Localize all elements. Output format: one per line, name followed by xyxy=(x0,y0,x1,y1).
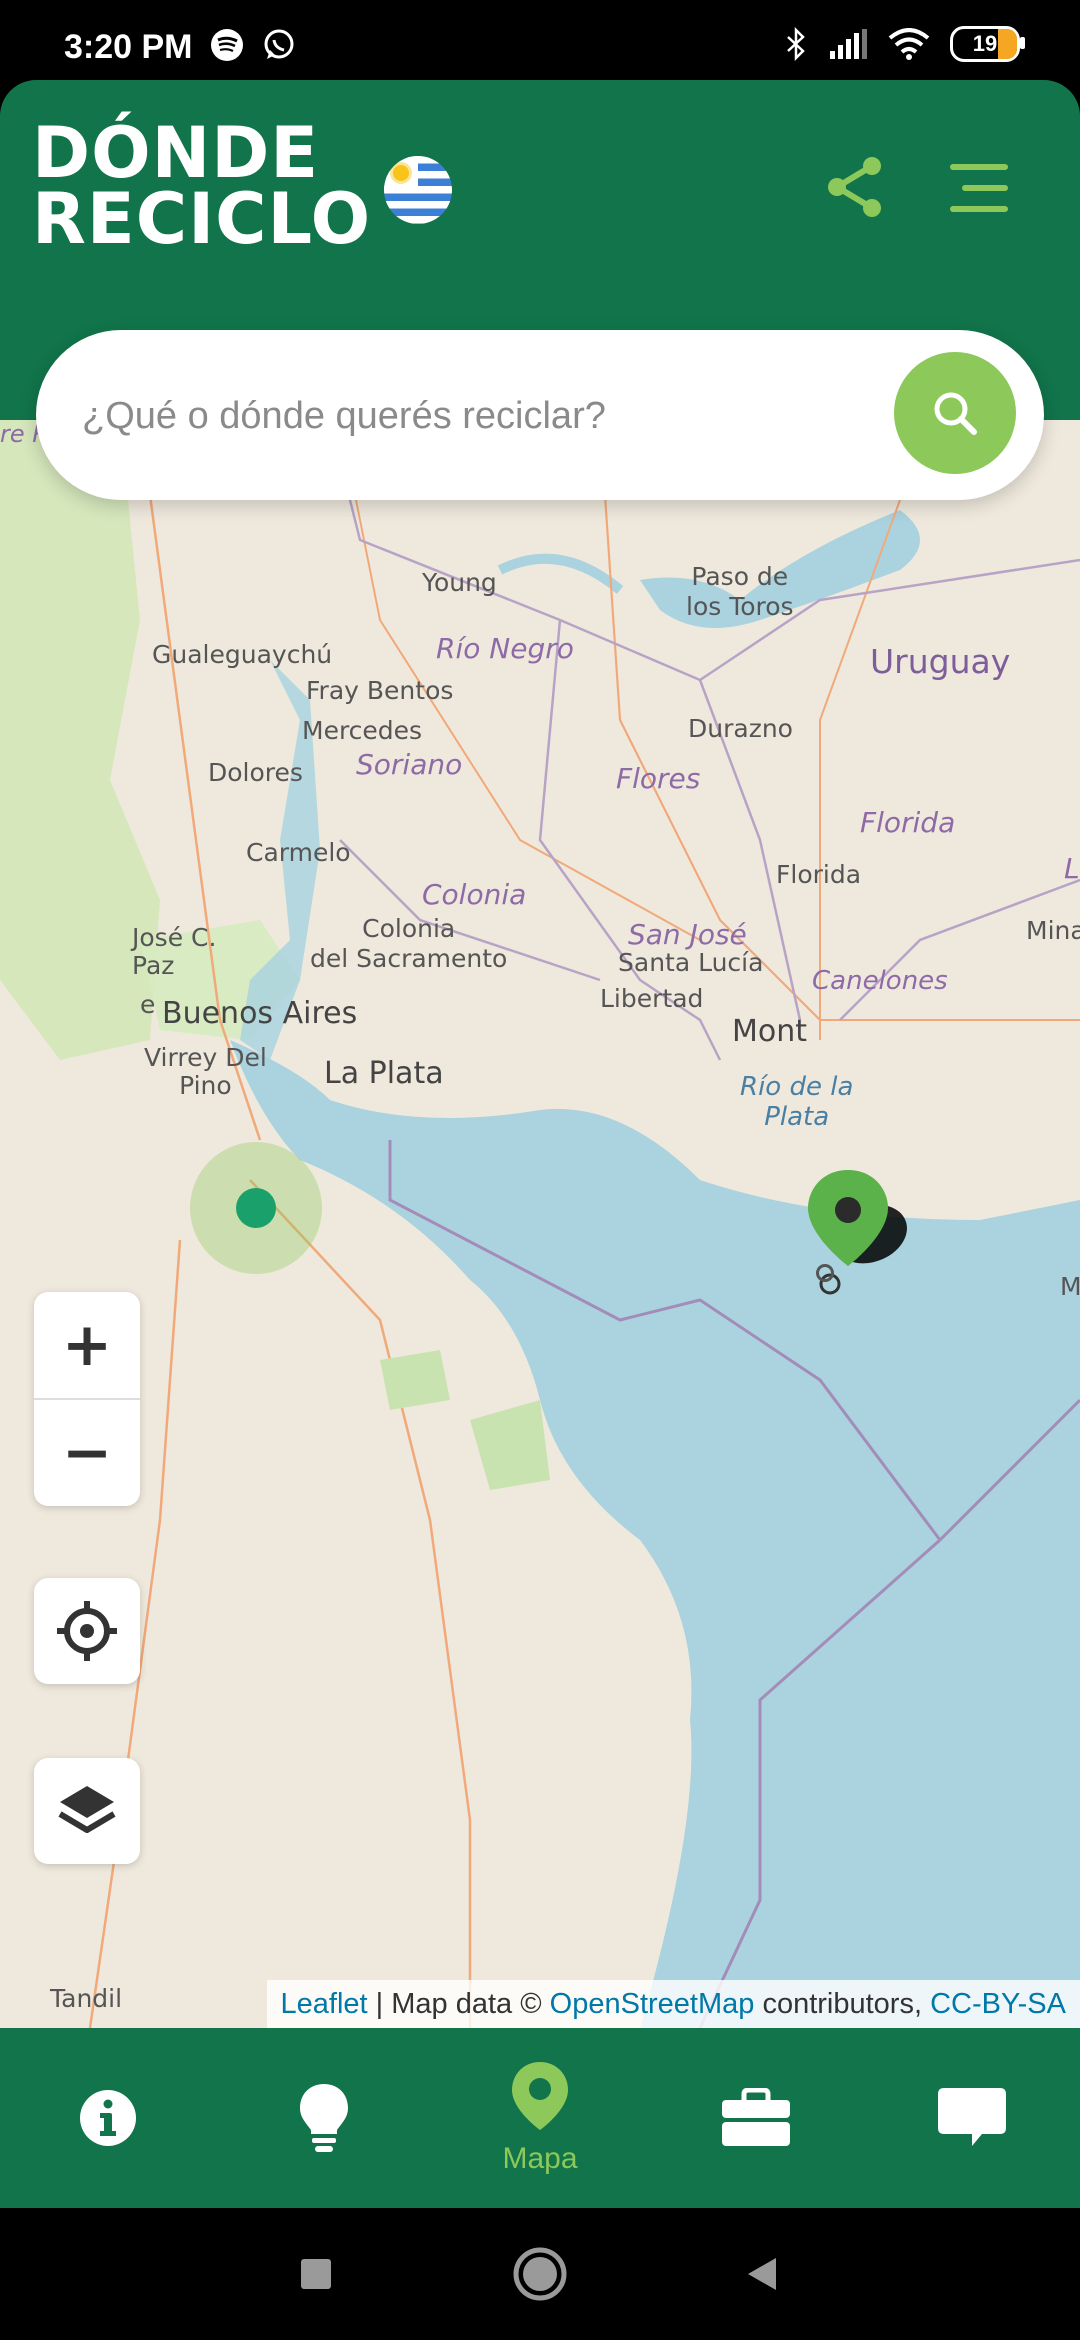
nav-item-tips[interactable] xyxy=(216,2028,432,2208)
map-label-fray-bentos: Fray Bentos xyxy=(306,676,454,705)
nav-item-info[interactable] xyxy=(0,2028,216,2208)
status-app-icons xyxy=(210,28,296,62)
signal-icon xyxy=(830,29,867,59)
attribution-text: | Map data © xyxy=(367,1987,550,2020)
map-label-uruguay: Uruguay xyxy=(870,642,1011,681)
map-label-rio-de-la-plata: Río de la Plata xyxy=(740,1072,854,1132)
brand-line1: DÓNDE xyxy=(32,112,320,194)
locate-button[interactable] xyxy=(34,1578,140,1684)
back-button[interactable] xyxy=(730,2242,794,2306)
brand-logo[interactable]: DÓNDE RECICLO xyxy=(32,112,372,260)
map-label-santa-lucia: Santa Lucía xyxy=(618,948,764,977)
wifi-icon xyxy=(888,28,930,60)
license-link[interactable]: CC-BY-SA xyxy=(930,1988,1066,2021)
zoom-in-button[interactable]: + xyxy=(34,1292,140,1398)
map-label-mina: Mina xyxy=(1026,916,1080,945)
battery-level: 19 xyxy=(972,31,998,56)
bottom-nav: Mapa xyxy=(0,2028,1080,2208)
status-right: 19 xyxy=(784,26,1025,62)
recent-apps-button[interactable] xyxy=(284,2242,348,2306)
home-button[interactable] xyxy=(508,2242,572,2306)
map-label-edge-m: M xyxy=(1060,1272,1080,1301)
montevideo-dot xyxy=(816,1264,834,1282)
map-label-canelones: Canelones xyxy=(812,966,948,996)
battery-icon: 19 xyxy=(950,26,1025,62)
map-label-dolores: Dolores xyxy=(208,758,303,787)
map-label-buenos-aires: Buenos Aires xyxy=(162,996,358,1031)
nav-item-briefcase[interactable] xyxy=(648,2028,864,2208)
nav-label-map: Mapa xyxy=(502,2142,578,2175)
map-label-rio-negro: Río Negro xyxy=(436,632,574,665)
circle-icon xyxy=(513,2247,567,2301)
info-icon xyxy=(80,2090,136,2146)
status-time: 3:20 PM xyxy=(64,28,193,66)
status-bar: 3:20 PM 19 xyxy=(0,0,1080,80)
layers-icon xyxy=(58,1786,116,1833)
map-label-libertad: Libertad xyxy=(600,984,704,1013)
recycle-point-marker[interactable] xyxy=(800,1166,930,1316)
map-label-durazno: Durazno xyxy=(688,714,793,743)
nav-item-chat[interactable] xyxy=(864,2028,1080,2208)
search-button[interactable] xyxy=(894,352,1016,474)
map-label-tandil: Tandil xyxy=(50,1984,123,2013)
whatsapp-icon xyxy=(264,29,294,59)
map-label-colonia-dept: Colonia xyxy=(422,878,527,911)
map-label-florida-city: Florida xyxy=(776,860,862,889)
map-label-san-jose: San José xyxy=(628,918,747,951)
map-label-edge-l: L xyxy=(1064,852,1080,885)
map-label-paso-de-los-toros: Paso de los Toros xyxy=(686,562,794,621)
brand-line2: RECICLO xyxy=(32,178,372,260)
map-label-jose-c-paz: José C. Paz xyxy=(132,923,217,980)
map-label-soriano: Soriano xyxy=(356,748,463,781)
uruguay-flag-icon[interactable] xyxy=(384,156,452,224)
search-input[interactable] xyxy=(80,382,904,450)
map-label-colonia-del-sacramento: Colonia del Sacramento xyxy=(310,914,508,973)
briefcase-icon xyxy=(722,2088,790,2146)
map-label-la-plata: La Plata xyxy=(324,1056,444,1091)
map-label-florida-dept: Florida xyxy=(860,806,956,839)
map-attribution: Leaflet | Map data © OpenStreetMap contr… xyxy=(266,1980,1080,2028)
chat-icon xyxy=(938,2088,1006,2146)
map-label-virrey-del-pino: Virrey Del Pino xyxy=(144,1043,267,1100)
map-label-carmelo: Carmelo xyxy=(246,838,351,867)
square-icon xyxy=(301,2259,331,2289)
back-triangle-icon xyxy=(748,2258,776,2290)
layers-button[interactable] xyxy=(34,1758,140,1864)
map-label-mercedes: Mercedes xyxy=(302,716,423,745)
map-view[interactable]: Young Paso de los Toros Gualeguaychú Río… xyxy=(0,420,1080,2028)
map-label-flores: Flores xyxy=(616,762,701,795)
system-nav-bar xyxy=(0,2208,1080,2340)
lightbulb-icon xyxy=(300,2084,348,2152)
map-label-gualeguaychu: Gualeguaychú xyxy=(152,640,333,669)
leaflet-link[interactable]: Leaflet xyxy=(281,1988,368,2021)
zoom-out-button[interactable]: − xyxy=(34,1400,140,1506)
attribution-contributors: contributors, xyxy=(754,1987,931,2020)
map-label-young: Young xyxy=(422,568,497,597)
share-icon[interactable] xyxy=(820,152,890,222)
search-bar xyxy=(36,330,1044,500)
map-label-montevideo: Mont xyxy=(732,1014,808,1049)
search-icon xyxy=(934,392,977,435)
crosshair-icon xyxy=(57,1601,117,1661)
user-location-marker xyxy=(190,1142,322,1274)
menu-icon[interactable] xyxy=(950,158,1014,218)
bluetooth-icon xyxy=(787,27,805,61)
nav-item-map[interactable]: Mapa xyxy=(432,2028,648,2208)
openstreetmap-link[interactable]: OpenStreetMap xyxy=(550,1988,755,2021)
map-label-edge-e: e xyxy=(140,990,156,1019)
map-pin-icon xyxy=(512,2062,568,2130)
spotify-icon xyxy=(211,29,243,61)
zoom-control: + − xyxy=(34,1292,140,1506)
